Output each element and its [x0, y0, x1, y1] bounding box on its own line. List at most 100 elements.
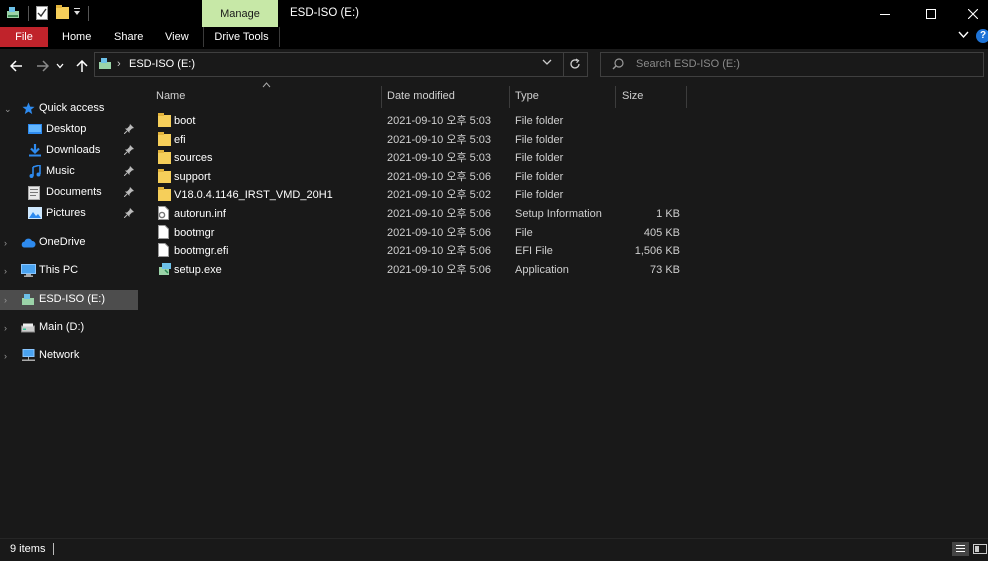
tab-manage[interactable]: Manage: [202, 0, 278, 27]
chevron-right-icon[interactable]: ›: [4, 323, 7, 333]
nav-desktop[interactable]: Desktop: [0, 120, 138, 140]
column-header-date[interactable]: Date modified: [387, 86, 507, 108]
new-folder-icon[interactable]: [56, 5, 69, 20]
drive-icon: [21, 293, 35, 306]
pin-icon[interactable]: [124, 187, 134, 197]
file-name: efi: [174, 133, 186, 146]
arrow-up-icon: [76, 59, 88, 72]
file-name: setup.exe: [174, 263, 222, 276]
folder-icon: [158, 113, 171, 128]
close-button[interactable]: [950, 0, 988, 27]
file-name: sources: [174, 152, 213, 165]
nav-label: Music: [46, 165, 75, 177]
setup-app-icon: [158, 262, 172, 276]
nav-main-drive[interactable]: › Main (D:): [0, 318, 138, 338]
column-header-name[interactable]: Name: [156, 86, 380, 108]
computer-icon: [21, 264, 36, 277]
chevron-right-icon[interactable]: ›: [4, 266, 7, 276]
breadcrumb-current[interactable]: ESD-ISO (E:): [129, 52, 195, 77]
refresh-button[interactable]: [569, 58, 581, 70]
pin-icon[interactable]: [124, 166, 134, 176]
chevron-right-icon[interactable]: ›: [4, 238, 7, 248]
minimize-button[interactable]: [862, 0, 908, 27]
file-size: 1,506 KB: [634, 245, 680, 258]
file-row[interactable]: boot 2021-09-10 오후 5:03 File folder: [152, 112, 690, 130]
file-icon: [158, 224, 169, 239]
pin-icon[interactable]: [124, 208, 134, 218]
back-button[interactable]: [6, 56, 26, 76]
file-row[interactable]: autorun.inf 2021-09-10 오후 5:06 Setup Infor…: [152, 205, 690, 223]
file-date-modified: 2021-09-10 오후 5:06: [387, 208, 492, 220]
maximize-button[interactable]: [908, 0, 954, 27]
file-row[interactable]: bootmgr 2021-09-10 오후 5:06 File 405 KB: [152, 224, 690, 242]
nav-quick-access[interactable]: ⌄ Quick access: [0, 99, 138, 119]
file-icon: [158, 243, 169, 258]
file-row[interactable]: bootmgr.efi 2021-09-10 오후 5:06 EFI File 1,5…: [152, 242, 690, 260]
settings-file-icon: [158, 206, 170, 220]
file-row[interactable]: sources 2021-09-10 오후 5:03 File folder: [152, 149, 690, 167]
nav-label: Quick access: [39, 102, 105, 114]
column-header-type[interactable]: Type: [515, 86, 613, 108]
file-name: bootmgr.efi: [174, 245, 229, 258]
file-row[interactable]: setup.exe 2021-09-10 오후 5:06 Application 73…: [152, 261, 690, 279]
customize-toolbar-icon[interactable]: [73, 7, 81, 17]
star-icon: [22, 102, 35, 115]
column-divider[interactable]: [615, 86, 616, 108]
large-icons-view-button[interactable]: [972, 542, 988, 556]
breadcrumb-separator[interactable]: ›: [117, 58, 121, 70]
drive-icon: [98, 58, 112, 70]
file-type: EFI File: [515, 245, 553, 258]
forward-button[interactable]: [32, 56, 52, 76]
chevron-right-icon[interactable]: ›: [4, 295, 7, 305]
hard-drive-icon: [21, 323, 35, 333]
tab-drive-tools[interactable]: Drive Tools: [203, 27, 280, 47]
chevron-down-icon[interactable]: ⌄: [4, 104, 12, 115]
pin-icon[interactable]: [124, 124, 134, 134]
status-bar: [0, 538, 988, 561]
tab-home[interactable]: Home: [62, 27, 91, 47]
nav-label: Downloads: [46, 144, 101, 156]
nav-label: This PC: [39, 264, 79, 276]
file-row[interactable]: support 2021-09-10 오후 5:06 File folder: [152, 168, 690, 186]
chevron-down-icon: [56, 63, 64, 69]
tab-file[interactable]: File: [0, 27, 48, 47]
up-button[interactable]: [72, 56, 92, 76]
details-view-button[interactable]: [952, 542, 969, 556]
chevron-down-icon[interactable]: [958, 31, 969, 39]
address-history-dropdown[interactable]: [542, 59, 552, 66]
document-icon: [28, 186, 40, 200]
nav-network[interactable]: › Network: [0, 346, 138, 366]
file-row[interactable]: V18.0.4.1146_IRST_VMD_20H1 2021-09-10 오후 …: [152, 186, 690, 204]
file-type: Setup Information: [515, 208, 602, 220]
recent-locations-button[interactable]: [54, 56, 66, 76]
nav-esd-iso-drive[interactable]: › ESD-ISO (E:): [0, 290, 138, 310]
nav-pictures[interactable]: Pictures: [0, 204, 138, 224]
nav-music[interactable]: Music: [0, 162, 138, 182]
chevron-right-icon[interactable]: ›: [4, 351, 7, 361]
file-row[interactable]: efi 2021-09-10 오후 5:03 File folder: [152, 131, 690, 149]
nav-downloads[interactable]: Downloads: [0, 141, 138, 161]
column-divider[interactable]: [686, 86, 687, 108]
folder-icon: [158, 187, 171, 202]
file-size: 1 KB: [656, 208, 680, 220]
column-header-size[interactable]: Size: [622, 86, 684, 108]
drive-app-icon[interactable]: [6, 6, 20, 20]
properties-icon[interactable]: [36, 6, 48, 20]
tab-view[interactable]: View: [165, 27, 189, 47]
picture-icon: [28, 207, 42, 219]
tab-share[interactable]: Share: [114, 27, 143, 47]
pin-icon[interactable]: [124, 145, 134, 155]
column-divider[interactable]: [509, 86, 510, 108]
column-divider[interactable]: [381, 86, 382, 108]
nav-label: OneDrive: [39, 236, 86, 248]
file-type: File folder: [515, 170, 564, 183]
window-title: ESD-ISO (E:): [290, 7, 360, 19]
nav-label: Desktop: [46, 123, 87, 135]
nav-this-pc[interactable]: › This PC: [0, 261, 138, 281]
nav-onedrive[interactable]: › OneDrive: [0, 233, 138, 253]
file-date-modified: 2021-09-10 오후 5:06: [387, 170, 492, 183]
help-icon[interactable]: ?: [976, 29, 988, 43]
maximize-icon: [926, 8, 936, 19]
nav-documents[interactable]: Documents: [0, 183, 138, 203]
download-icon: [28, 144, 42, 157]
